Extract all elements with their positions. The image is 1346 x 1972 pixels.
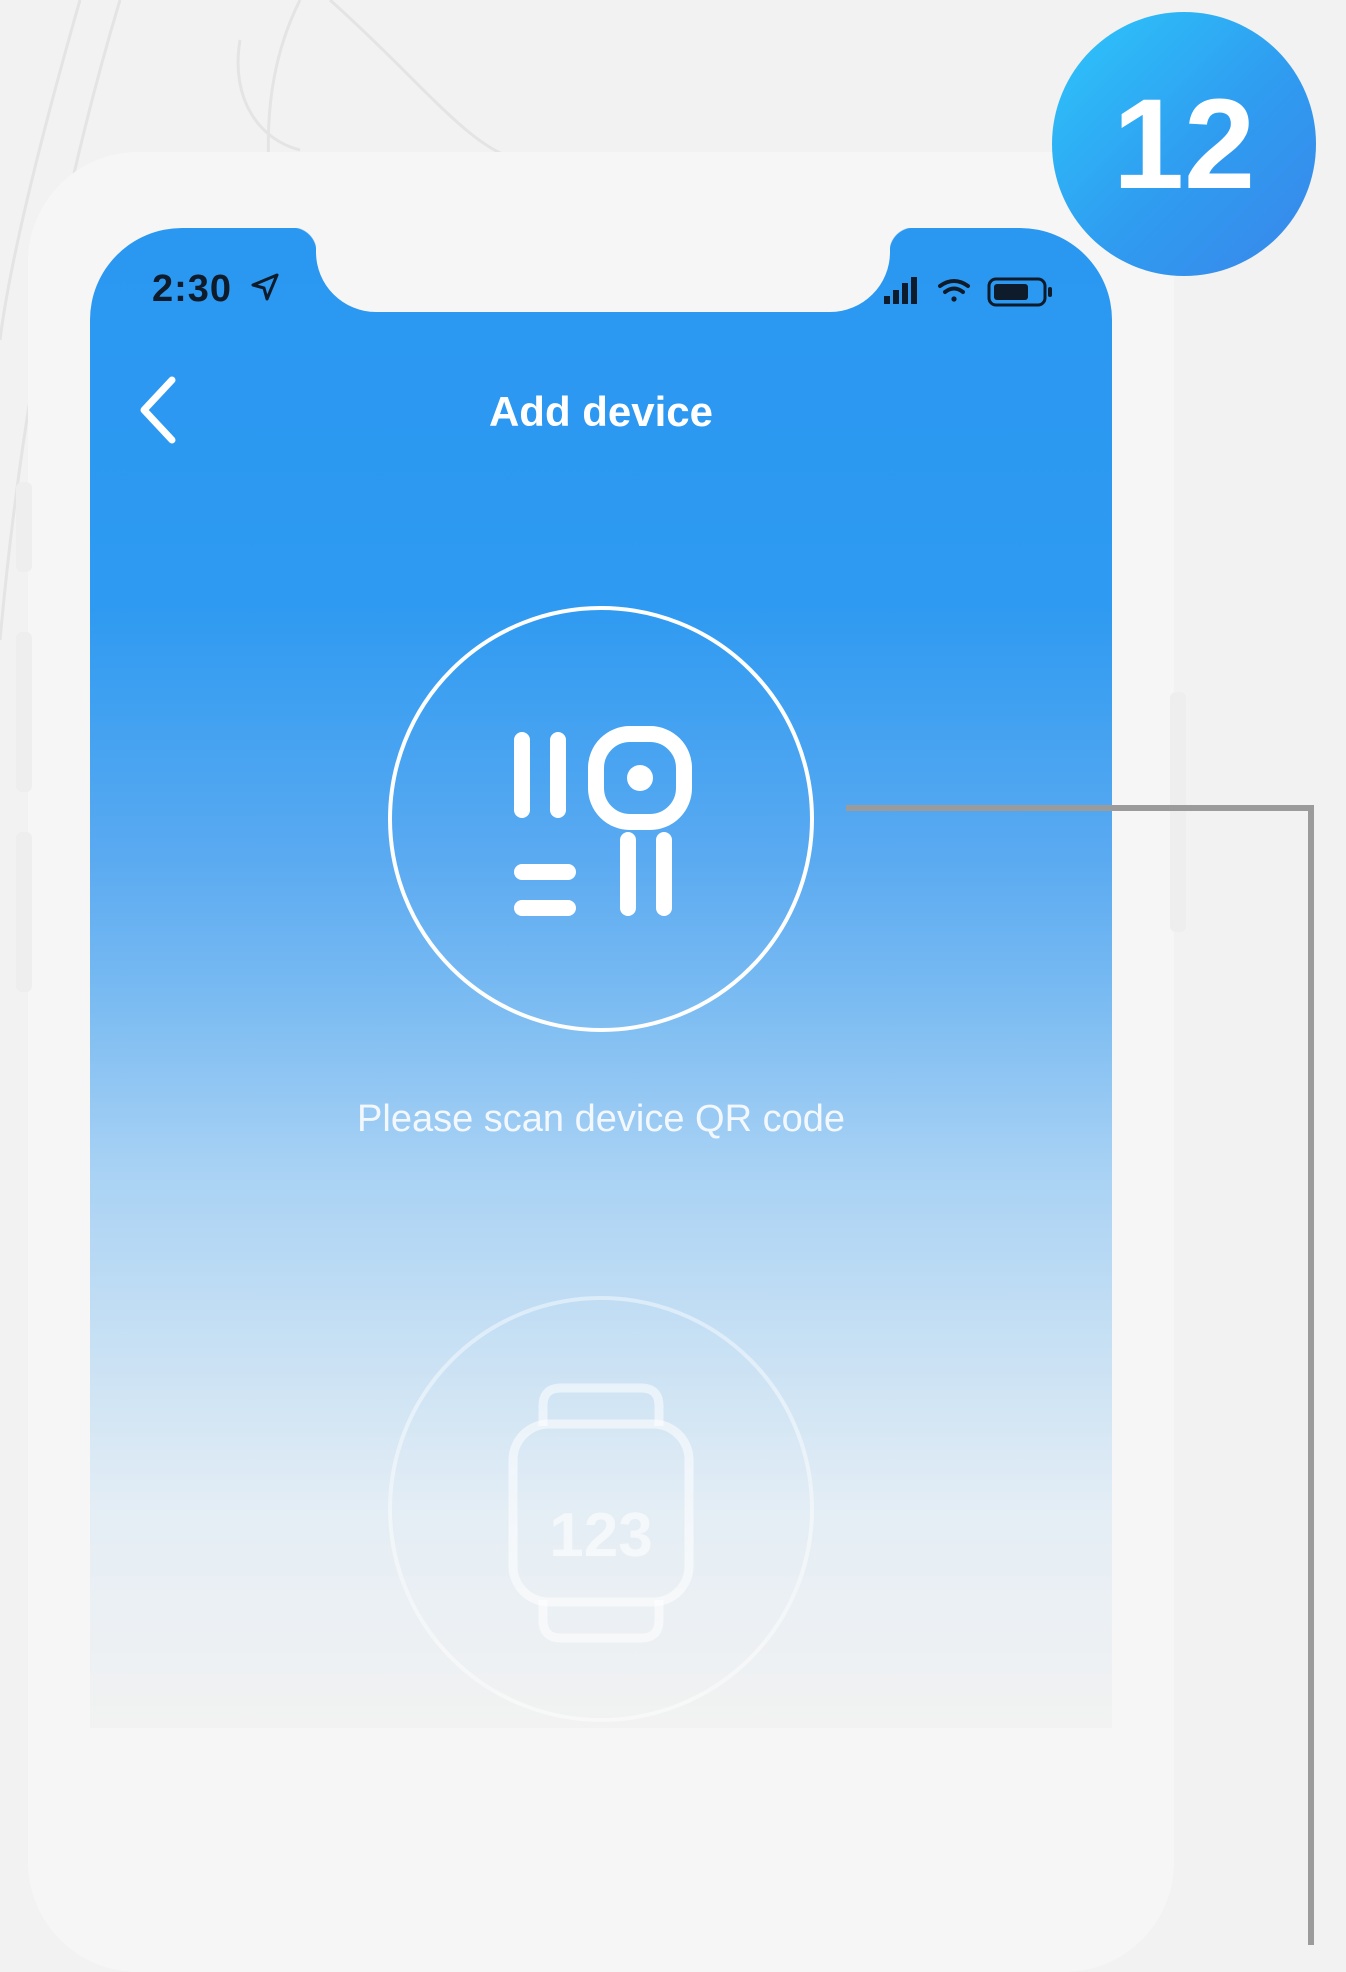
callout-line-vertical: [1308, 805, 1314, 1945]
enter-device-code-button[interactable]: 123: [388, 1296, 814, 1722]
scan-hint-text: Please scan device QR code: [357, 1098, 845, 1140]
step-number-badge: 12: [1052, 12, 1316, 276]
qr-code-icon: [514, 726, 692, 916]
battery-icon: [987, 277, 1052, 307]
status-icons: [884, 277, 1052, 307]
signal-icon: [884, 277, 917, 304]
scan-qr-button[interactable]: [388, 606, 814, 1032]
callout-line-horizontal: [846, 805, 1314, 811]
status-time: 2:30: [152, 268, 233, 310]
phone-notch: [292, 228, 914, 312]
location-arrow-icon: [251, 273, 279, 301]
page-title: Add device: [488, 388, 714, 435]
device-code-label: 123: [549, 1501, 653, 1570]
wifi-icon: [938, 279, 970, 302]
app-screen: 2:30 Add device Please scan device QR co…: [90, 228, 1112, 1728]
